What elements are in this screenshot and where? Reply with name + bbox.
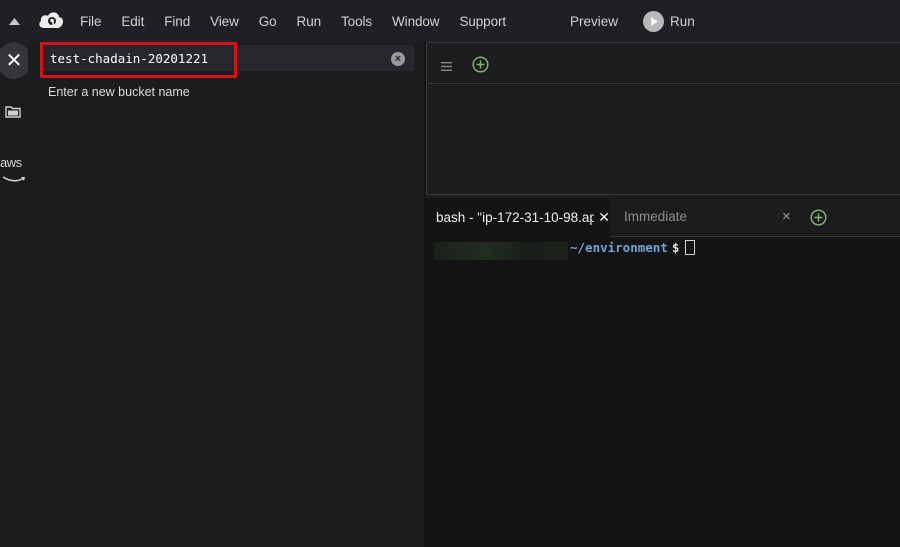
terminal[interactable]: ~/environment $ [426,237,900,547]
menu-tools[interactable]: Tools [341,14,372,29]
menu-go[interactable]: Go [259,14,277,29]
aws-logo-label: aws [0,155,22,170]
editor-pane [426,42,900,195]
tab-immediate[interactable]: Immediate [624,209,687,224]
aws-smile-icon [2,170,26,188]
folder-icon[interactable] [5,104,21,123]
menu-edit[interactable]: Edit [121,14,144,29]
preview-button[interactable]: Preview [570,14,618,29]
run-label: Run [670,14,695,29]
prompt-path: ~/environment [570,240,668,255]
clear-input-icon[interactable]: × [391,52,405,66]
add-tab-icon[interactable] [472,56,489,78]
redacted-hostname [434,242,568,260]
menu-support[interactable]: Support [459,14,506,29]
aws-resource-panel [28,42,424,547]
menu-find[interactable]: Find [164,14,190,29]
menu-file[interactable]: File [80,14,101,29]
close-tab-icon[interactable]: × [782,208,791,225]
menu-view[interactable]: View [210,14,239,29]
bucket-name-hint: Enter a new bucket name [48,85,190,99]
terminal-cursor [685,240,696,255]
menu-window[interactable]: Window [392,14,440,29]
menu-bar: File Edit Find View Go Run Tools Window … [0,0,900,42]
cloud9-logo-icon[interactable] [38,10,64,35]
editor-tab-bar [427,43,900,84]
play-icon [643,11,664,32]
terminal-tab-bar: bash - "ip-172-31-10-98.ap ✕ Immediate × [426,198,900,237]
tab-bash[interactable]: bash - "ip-172-31-10-98.ap ✕ [426,198,610,237]
run-button[interactable]: Run [643,11,695,32]
tab-bash-label: bash - "ip-172-31-10-98.ap [436,210,594,225]
hamburger-icon[interactable] [441,58,452,76]
bucket-name-field: × [40,45,414,71]
main-menu: File Edit Find View Go Run Tools Window … [80,0,526,42]
prompt-symbol: $ [671,240,680,255]
collapse-up-icon[interactable] [6,13,22,29]
bucket-name-input[interactable] [40,45,380,71]
close-tab-icon[interactable]: ✕ [598,209,610,226]
add-terminal-tab-icon[interactable] [810,209,827,231]
terminal-prompt: ~/environment $ [570,240,696,255]
menu-run[interactable]: Run [297,14,322,29]
